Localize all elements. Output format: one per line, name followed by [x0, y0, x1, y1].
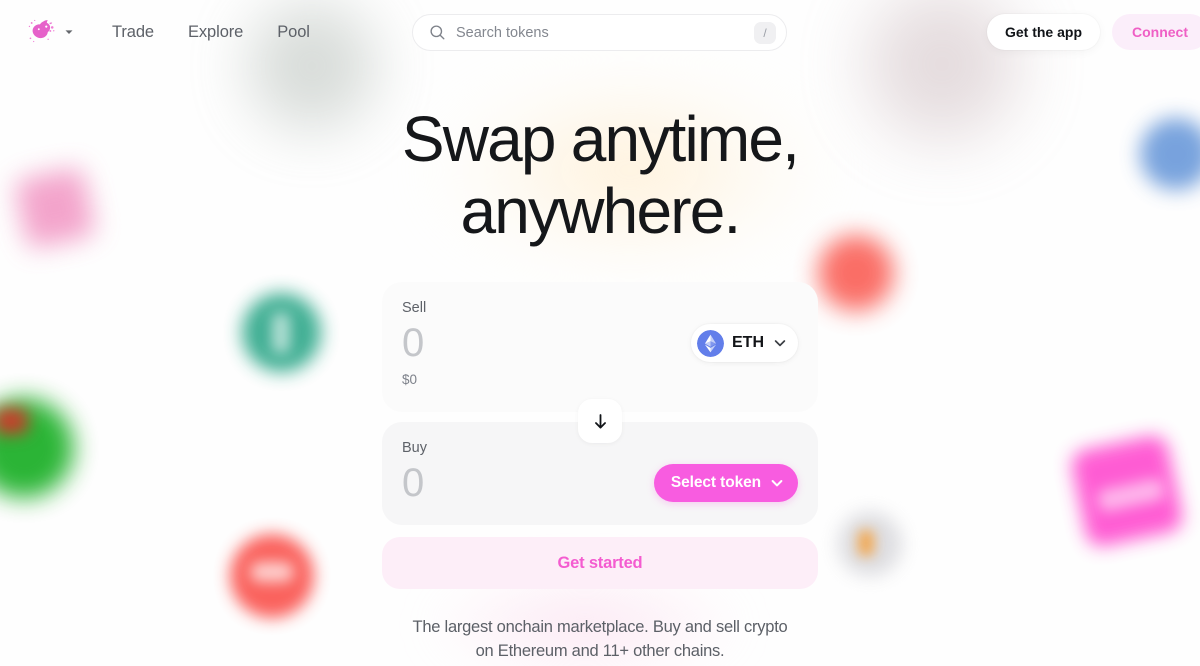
blob-red-circle: [230, 534, 314, 618]
swap-widget: Sell ETH: [382, 282, 818, 589]
usdt-glyph-hint: [272, 313, 290, 353]
chevron-down-icon: [771, 480, 783, 487]
header-actions: Get the app Connect: [986, 14, 1200, 50]
blob-magenta-card: [1068, 432, 1186, 550]
search-box[interactable]: /: [412, 14, 787, 51]
chevron-down-icon: [774, 340, 786, 347]
buy-amount-input[interactable]: [402, 460, 632, 506]
sell-panel: Sell ETH: [382, 282, 818, 412]
sell-fiat-value: $0: [402, 372, 418, 387]
uniswap-unicorn-logo: [28, 19, 55, 43]
sell-token-selector[interactable]: ETH: [691, 324, 798, 362]
main-nav: Trade Explore Pool: [100, 15, 322, 50]
ethereum-logo: [697, 329, 724, 357]
grey-token-glyph-hint: [858, 530, 874, 556]
magenta-card-stripe: [1096, 477, 1166, 513]
switch-direction-button[interactable]: [578, 399, 622, 443]
nav-item-pool[interactable]: Pool: [265, 15, 322, 50]
dark-green-glyph-hint: [0, 408, 28, 434]
sell-amount-input[interactable]: [402, 320, 632, 366]
blob-grey-orange: [838, 512, 902, 576]
page-title: Swap anytime, anywhere.: [0, 103, 1200, 247]
get-started-button[interactable]: Get started: [382, 537, 818, 589]
sell-label: Sell: [402, 300, 427, 316]
hero-section: Swap anytime, anywhere.: [0, 103, 1200, 247]
uniswap-app-root: Trade Explore Pool Get the app Connect /…: [0, 0, 1200, 666]
chevron-down-icon: [65, 30, 73, 34]
brand-logo-group[interactable]: [16, 15, 82, 49]
sell-token-symbol: ETH: [732, 334, 764, 351]
search-icon: [430, 25, 445, 40]
nav-item-explore[interactable]: Explore: [176, 15, 255, 50]
tagline-line-2: on Ethereum and 11+ other chains.: [475, 641, 725, 660]
red-glyph-hint: [250, 562, 294, 582]
nav-item-trade[interactable]: Trade: [100, 15, 166, 50]
search-input[interactable]: [456, 24, 744, 41]
search-bar: /: [412, 14, 787, 51]
tagline-line-1: The largest onchain marketplace. Buy and…: [412, 618, 788, 636]
tagline: The largest onchain marketplace. Buy and…: [0, 616, 1200, 664]
blob-green-dark: [0, 398, 74, 498]
buy-token-selector[interactable]: Select token: [653, 464, 798, 502]
hero-line-1: Swap anytime,: [401, 103, 800, 175]
search-shortcut-badge: /: [754, 21, 776, 44]
get-the-app-button[interactable]: Get the app: [986, 14, 1100, 50]
arrow-down-icon: [594, 413, 606, 428]
hero-line-2: anywhere.: [460, 174, 741, 247]
blob-usdt-green: [242, 293, 321, 372]
select-token-label: Select token: [670, 474, 761, 491]
connect-wallet-button[interactable]: Connect: [1112, 14, 1200, 50]
